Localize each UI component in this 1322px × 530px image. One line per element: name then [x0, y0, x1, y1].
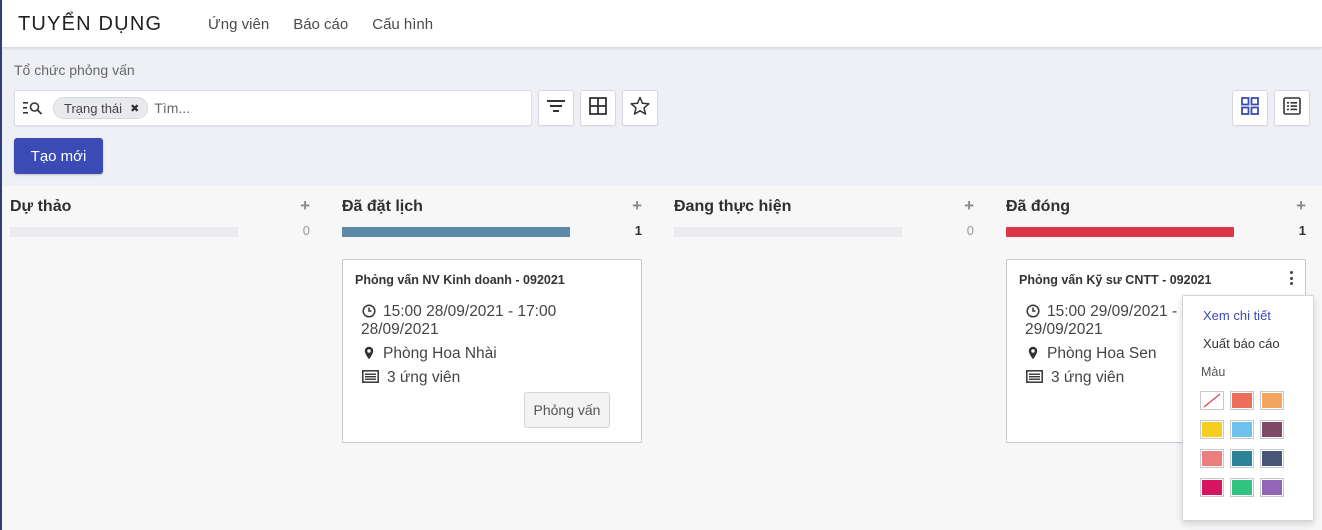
list-view-icon: [1283, 96, 1301, 120]
column-count: 0: [302, 223, 310, 238]
column-title: Đang thực hiện: [674, 198, 792, 215]
search-input[interactable]: [154, 100, 455, 116]
facet-label: Trạng thái: [64, 100, 123, 116]
color-swatch[interactable]: [1200, 449, 1224, 468]
column-title: Dự thảo: [10, 198, 72, 215]
color-swatch[interactable]: [1200, 478, 1224, 497]
card-time-line2: 28/09/2021: [361, 321, 439, 338]
search-bar[interactable]: Trạng thái ✖: [14, 90, 532, 126]
column-count: 1: [634, 223, 642, 238]
create-button[interactable]: Tạo mới: [14, 138, 103, 174]
map-marker-icon: [1025, 346, 1041, 360]
filter-button[interactable]: [538, 90, 574, 126]
export-report-menu-item[interactable]: Xuất báo cáo: [1203, 336, 1280, 351]
column-title: Đã đặt lịch: [342, 198, 423, 215]
remove-facet-icon[interactable]: ✖: [130, 102, 139, 115]
color-swatch[interactable]: [1230, 449, 1254, 468]
clock-icon: [1025, 304, 1041, 318]
column-title: Đã đóng: [1006, 198, 1070, 215]
column-add-icon[interactable]: +: [632, 196, 642, 216]
candidates-list-icon: [361, 370, 379, 383]
color-swatch[interactable]: [1260, 420, 1284, 439]
app-title[interactable]: TUYỂN DỤNG: [18, 13, 162, 36]
card-candidates: 3 ứng viên: [361, 369, 460, 387]
filter-icon: [547, 99, 565, 118]
color-swatch[interactable]: [1200, 420, 1224, 439]
card-location: Phòng Hoa Sen: [1025, 345, 1156, 363]
group-by-icon: [589, 96, 607, 120]
color-label: Màu: [1201, 365, 1226, 379]
kanban-board: Dự thảo + 0 Đã đặt lịch + 1 Phỏng vấn NV…: [2, 186, 1322, 530]
card-time-line1: 15:00 29/09/2021 -: [1047, 303, 1178, 320]
card-time-line2: 29/09/2021: [1025, 321, 1103, 338]
progress-fill: [1006, 227, 1234, 237]
card-candidates: 3 ứng viên: [1025, 369, 1124, 387]
column-progress-bar: [674, 227, 902, 237]
list-view-button[interactable]: [1274, 90, 1310, 126]
column-progress-bar: [10, 227, 238, 237]
card-candidates-text: 3 ứng viên: [1051, 369, 1125, 386]
menu-item-reports[interactable]: Báo cáo: [293, 16, 348, 33]
progress-fill: [342, 227, 570, 237]
top-navbar: TUYỂN DỤNG Ứng viên Báo cáo Cấu hình: [2, 0, 1322, 48]
group-by-button[interactable]: [580, 90, 616, 126]
breadcrumb: Tổ chức phỏng vấn: [14, 62, 135, 78]
card-location-text: Phòng Hoa Sen: [1047, 345, 1157, 362]
interview-card[interactable]: Phỏng vấn NV Kinh doanh - 092021 15:00 2…: [342, 259, 642, 443]
card-time-line1: 15:00 28/09/2021 - 17:00: [383, 303, 557, 320]
column-count: 0: [966, 223, 974, 238]
card-location: Phòng Hoa Nhài: [361, 345, 497, 363]
clock-icon: [361, 304, 377, 318]
interview-button[interactable]: Phỏng vấn: [524, 392, 610, 428]
column-add-icon[interactable]: +: [300, 196, 310, 216]
column-progress-bar: [1006, 227, 1234, 237]
main-menu: Ứng viên Báo cáo Cấu hình: [208, 16, 433, 33]
card-candidates-text: 3 ứng viên: [387, 369, 461, 386]
card-title: Phỏng vấn NV Kinh doanh - 092021: [355, 273, 565, 287]
candidates-list-icon: [1025, 370, 1043, 383]
no-color-swatch[interactable]: [1200, 391, 1224, 410]
card-menu-icon[interactable]: [1287, 270, 1295, 286]
color-swatch[interactable]: [1260, 449, 1284, 468]
card-time: 15:00 28/09/2021 - 17:00 28/09/2021: [361, 303, 556, 339]
favorites-button[interactable]: [622, 90, 658, 126]
color-swatch[interactable]: [1260, 478, 1284, 497]
star-icon: [630, 96, 650, 121]
card-time: 15:00 29/09/2021 - 29/09/2021: [1025, 303, 1177, 339]
color-swatch[interactable]: [1230, 478, 1254, 497]
card-dropdown-menu: Xem chi tiết Xuất báo cáo Màu: [1182, 295, 1314, 521]
kanban-column-draft: Dự thảo + 0: [2, 186, 320, 530]
card-location-text: Phòng Hoa Nhài: [383, 345, 497, 362]
card-title: Phỏng vấn Kỹ sư CNTT - 092021: [1019, 273, 1212, 287]
color-swatch[interactable]: [1230, 391, 1254, 410]
kanban-column-in-progress: Đang thực hiện + 0: [666, 186, 984, 530]
column-progress-bar: [342, 227, 570, 237]
color-swatch[interactable]: [1230, 420, 1254, 439]
view-details-menu-item[interactable]: Xem chi tiết: [1203, 308, 1271, 323]
column-add-icon[interactable]: +: [964, 196, 974, 216]
kanban-column-scheduled: Đã đặt lịch + 1 Phỏng vấn NV Kinh doanh …: [334, 186, 652, 530]
search-options-icon[interactable]: [21, 96, 45, 120]
color-swatch[interactable]: [1260, 391, 1284, 410]
menu-item-candidates[interactable]: Ứng viên: [208, 16, 269, 33]
kanban-view-button[interactable]: [1232, 90, 1268, 126]
menu-item-configuration[interactable]: Cấu hình: [372, 16, 433, 33]
map-marker-icon: [361, 346, 377, 360]
column-add-icon[interactable]: +: [1296, 196, 1306, 216]
status-filter-facet: Trạng thái ✖: [53, 97, 149, 119]
kanban-view-icon: [1241, 96, 1259, 120]
column-count: 1: [1298, 223, 1306, 238]
